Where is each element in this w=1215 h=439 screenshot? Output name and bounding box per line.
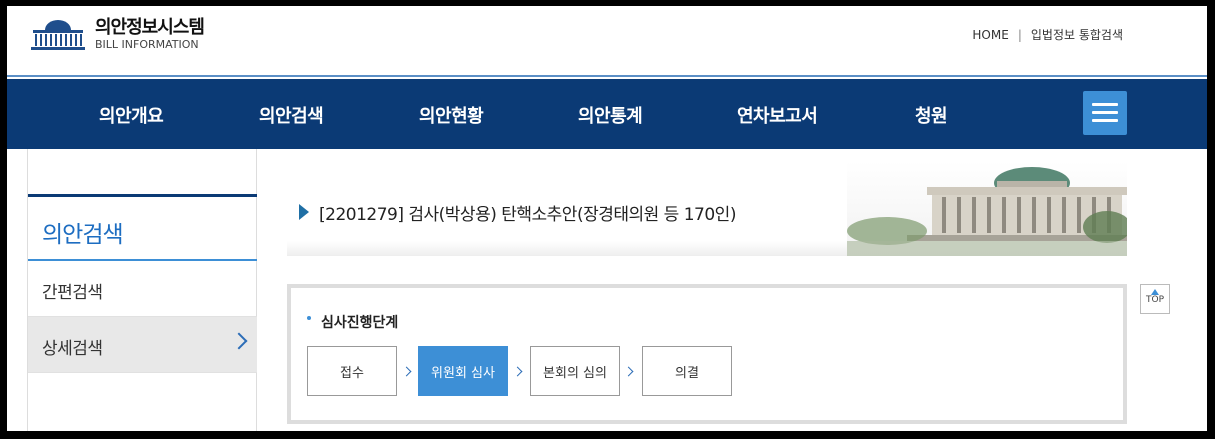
sidebar-item-detail-search[interactable]: 상세검색 (28, 317, 257, 373)
assembly-building-image (847, 161, 1131, 256)
progress-title: 심사진행단계 (321, 315, 399, 331)
chevron-right-icon (512, 366, 523, 377)
sidebar-title: 의안검색 (42, 222, 124, 248)
main-navigation: 의안개요 의안검색 의안현황 의안통계 연차보고서 청원 (7, 79, 1207, 149)
top-label: TOP (1145, 295, 1164, 305)
chevron-right-icon (623, 366, 634, 377)
arrow-bullet-icon (299, 204, 309, 220)
sidebar-item-simple-search[interactable]: 간편검색 (28, 261, 257, 317)
nav-item-petition[interactable]: 청원 (915, 102, 948, 128)
nav-item-annual-report[interactable]: 연차보고서 (737, 102, 818, 128)
logo-title: 의안정보시스템 (95, 16, 205, 38)
hamburger-icon[interactable] (1083, 91, 1127, 135)
nav-item-overview[interactable]: 의안개요 (99, 102, 164, 128)
home-link[interactable]: HOME (972, 28, 1008, 42)
site-logo[interactable]: 의안정보시스템 BILL INFORMATION (27, 16, 205, 52)
site-header: 의안정보시스템 BILL INFORMATION HOME | 입법정보 통합검… (7, 6, 1207, 77)
step-plenary-review: 본회의 심의 (530, 346, 620, 396)
integrated-search-link[interactable]: 입법정보 통합검색 (1031, 26, 1123, 43)
util-separator: | (1017, 27, 1022, 42)
logo-subtitle: BILL INFORMATION (95, 37, 199, 51)
bill-title: [2201279] 검사(박상용) 탄핵소추안(장경태의원 등 170인) (319, 205, 736, 225)
sidebar: 의안검색 간편검색 상세검색 (27, 149, 257, 431)
nav-item-search[interactable]: 의안검색 (259, 102, 324, 128)
progress-panel: 심사진행단계 접수 위원회 심사 본회의 심의 의결 (287, 284, 1127, 424)
browser-frame: 의안정보시스템 BILL INFORMATION HOME | 입법정보 통합검… (7, 6, 1207, 431)
bill-title-band: [2201279] 검사(박상용) 탄핵소추안(장경태의원 등 170인) (287, 156, 1131, 256)
dot-bullet-icon (307, 316, 311, 320)
nav-item-status[interactable]: 의안현황 (419, 102, 484, 128)
step-resolution: 의결 (642, 346, 732, 396)
sidebar-item-label: 상세검색 (42, 339, 103, 359)
step-received: 접수 (307, 346, 397, 396)
nav-item-statistics[interactable]: 의안통계 (578, 102, 643, 128)
scroll-top-button[interactable]: TOP (1140, 284, 1170, 314)
step-committee-review: 위원회 심사 (418, 346, 508, 396)
utility-links: HOME | 입법정보 통합검색 (972, 26, 1123, 43)
sidebar-header: 의안검색 (28, 194, 257, 261)
sidebar-item-label: 간편검색 (42, 283, 103, 303)
chevron-right-icon (230, 332, 248, 350)
national-assembly-logo-icon (27, 16, 89, 52)
chevron-right-icon (401, 366, 412, 377)
